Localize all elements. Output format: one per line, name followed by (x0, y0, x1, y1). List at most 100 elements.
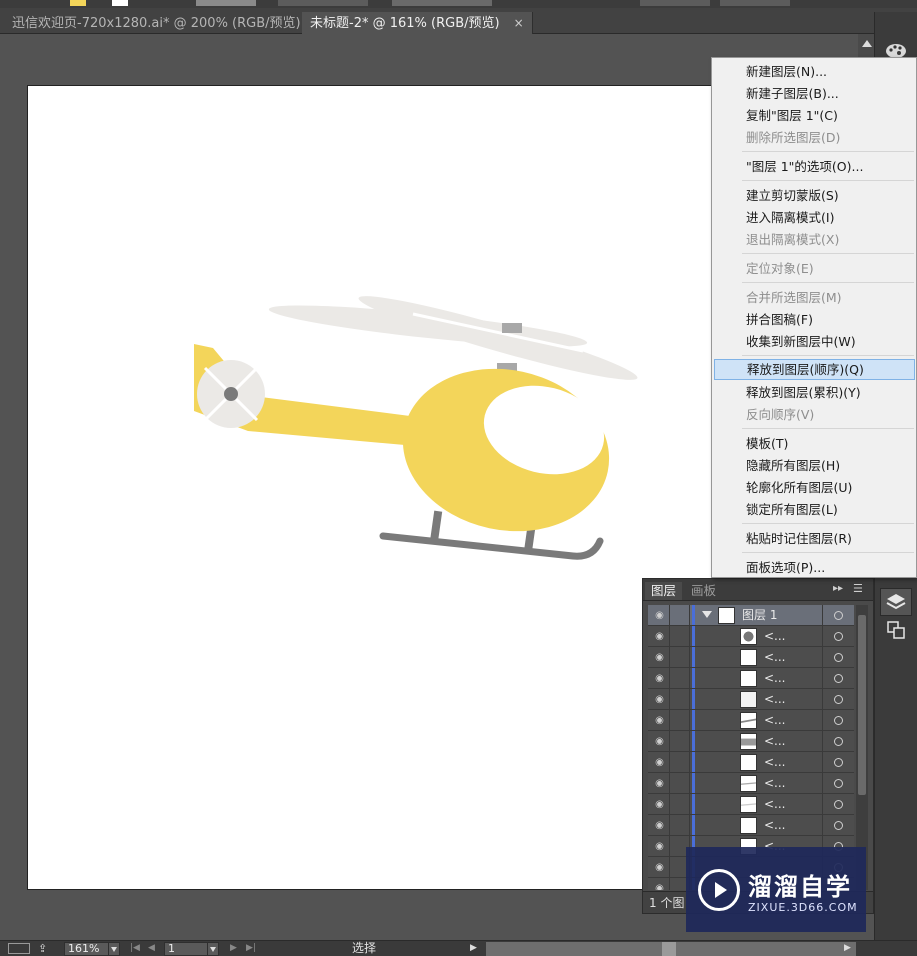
target-circle-icon[interactable] (822, 626, 854, 646)
lock-toggle[interactable] (670, 626, 690, 646)
visibility-eye-icon[interactable]: ◉ (650, 626, 670, 646)
lock-toggle[interactable] (670, 731, 690, 751)
sublayer-row[interactable]: ◉ <... (648, 647, 854, 668)
sublayer-row[interactable]: ◉ <... (648, 773, 854, 794)
lock-toggle[interactable] (670, 710, 690, 730)
menu-item-collect-new-layer[interactable]: 收集到新图层中(W) (714, 331, 915, 352)
visibility-eye-icon[interactable]: ◉ (650, 815, 670, 835)
layers-scroll-thumb[interactable] (858, 615, 866, 795)
sublayer-row[interactable]: ◉ <... (648, 794, 854, 815)
visibility-eye-icon[interactable]: ◉ (650, 773, 670, 793)
menu-item-locate-object[interactable]: 定位对象(E) (714, 258, 915, 279)
lock-toggle[interactable] (670, 689, 690, 709)
sublayer-name[interactable]: <... (764, 668, 786, 688)
panel-collapse-icon[interactable]: ▸▸ (833, 583, 843, 594)
sublayer-name[interactable]: <... (764, 773, 786, 793)
menu-item-flatten-artwork[interactable]: 拼合图稿(F) (714, 309, 915, 330)
visibility-eye-icon[interactable]: ◉ (650, 752, 670, 772)
sublayer-row[interactable]: ◉ <... (648, 752, 854, 773)
target-circle-icon[interactable] (822, 647, 854, 667)
layer-name[interactable]: 图层 1 (742, 605, 777, 625)
rotor-hub[interactable] (502, 323, 522, 333)
lock-toggle[interactable] (670, 773, 690, 793)
sublayer-row[interactable]: ◉ <... (648, 731, 854, 752)
helicopter-illustration[interactable] (28, 86, 718, 891)
menu-item-lock-all-layers[interactable]: 锁定所有图层(L) (714, 499, 915, 520)
menu-item-merge-selected[interactable]: 合并所选图层(M) (714, 287, 915, 308)
artboard-number-field[interactable]: 1 (164, 942, 208, 956)
menu-item-reverse-order[interactable]: 反向顺序(V) (714, 404, 915, 425)
horizontal-scroll-thumb[interactable] (662, 942, 676, 956)
target-circle-icon[interactable] (822, 710, 854, 730)
menu-item-hide-all-layers[interactable]: 隐藏所有图层(H) (714, 455, 915, 476)
tab-layers[interactable]: 图层 (645, 582, 683, 600)
menu-item-enter-isolation[interactable]: 进入隔离模式(I) (714, 207, 915, 228)
sublayer-name[interactable]: <... (764, 731, 786, 751)
target-circle-icon[interactable] (822, 752, 854, 772)
visibility-eye-icon[interactable]: ◉ (650, 731, 670, 751)
menu-item-exit-isolation[interactable]: 退出隔离模式(X) (714, 229, 915, 250)
sublayer-row[interactable]: ◉ <... (648, 710, 854, 731)
visibility-eye-icon[interactable]: ◉ (650, 878, 670, 890)
visibility-eye-icon[interactable]: ◉ (650, 668, 670, 688)
menu-item-delete-selection[interactable]: 删除所选图层(D) (714, 127, 915, 148)
visibility-eye-icon[interactable]: ◉ (650, 647, 670, 667)
sublayer-name[interactable]: <... (764, 626, 786, 646)
sublayer-name[interactable]: <... (764, 815, 786, 835)
zoom-dropdown-icon[interactable] (108, 942, 120, 956)
menu-item-new-sublayer[interactable]: 新建子图层(B)... (714, 83, 915, 104)
lock-toggle[interactable] (670, 815, 690, 835)
stroke-weight-field[interactable] (196, 0, 256, 6)
visibility-eye-icon[interactable]: ◉ (650, 794, 670, 814)
last-artboard-icon[interactable]: ▶| (246, 943, 256, 953)
menu-item-duplicate-layer[interactable]: 复制"图层 1"(C) (714, 105, 915, 126)
visibility-eye-icon[interactable]: ◉ (650, 710, 670, 730)
lock-toggle[interactable] (670, 668, 690, 688)
lock-toggle[interactable] (670, 647, 690, 667)
artboard-dropdown-icon[interactable] (207, 942, 219, 956)
panel-menu-icon[interactable]: ☰ (853, 582, 863, 595)
lock-toggle[interactable] (670, 794, 690, 814)
target-circle-icon[interactable] (822, 605, 854, 625)
tab-document-2[interactable]: 未标题-2* @ 161% (RGB/预览) × (302, 12, 533, 34)
target-circle-icon[interactable] (822, 773, 854, 793)
tab-document-1[interactable]: 迅信欢迎页-720x1280.ai* @ 200% (RGB/预览)× (4, 12, 334, 34)
target-circle-icon[interactable] (822, 668, 854, 688)
sublayer-name[interactable]: <... (764, 647, 786, 667)
visibility-eye-icon[interactable]: ◉ (650, 836, 670, 856)
artboards-panel-icon[interactable] (880, 616, 912, 644)
horizontal-scrollbar[interactable] (486, 942, 856, 956)
tab-artboards[interactable]: 画板 (685, 582, 722, 600)
visibility-eye-icon[interactable]: ◉ (650, 605, 670, 625)
layer-row-parent[interactable]: ◉ 图层 1 (648, 605, 854, 626)
sublayer-row[interactable]: ◉ <... (648, 668, 854, 689)
zoom-field[interactable]: 161% (64, 942, 110, 956)
scroll-up-icon[interactable] (862, 40, 872, 47)
sublayer-name[interactable]: <... (764, 794, 786, 814)
sublayer-name[interactable]: <... (764, 752, 786, 772)
variable-width-field[interactable] (278, 0, 368, 6)
brush-field[interactable] (392, 0, 492, 6)
sublayer-row[interactable]: ◉ <... (648, 626, 854, 647)
close-icon[interactable]: × (514, 16, 524, 30)
prev-artboard-icon[interactable]: ◀ (148, 943, 155, 953)
style-field[interactable] (720, 0, 790, 6)
visibility-eye-icon[interactable]: ◉ (650, 857, 670, 877)
view-mode-icon[interactable] (8, 943, 30, 954)
visibility-eye-icon[interactable]: ◉ (650, 689, 670, 709)
menu-item-new-layer[interactable]: 新建图层(N)... (714, 61, 915, 82)
menu-item-make-clipping-mask[interactable]: 建立剪切蒙版(S) (714, 185, 915, 206)
status-menu-arrow-icon[interactable]: ▶ (470, 943, 477, 953)
menu-item-outline-all-layers[interactable]: 轮廓化所有图层(U) (714, 477, 915, 498)
artboard[interactable] (27, 85, 717, 890)
expand-triangle-icon[interactable] (702, 611, 712, 618)
sublayer-row[interactable]: ◉ <... (648, 689, 854, 710)
layers-panel-icon[interactable] (880, 588, 912, 616)
opacity-field[interactable] (640, 0, 710, 6)
first-artboard-icon[interactable]: |◀ (130, 943, 140, 953)
lock-toggle[interactable] (670, 605, 690, 625)
scroll-right-icon[interactable]: ▶ (844, 943, 851, 953)
tail-rotor-hub[interactable] (224, 387, 238, 401)
menu-item-release-sequence[interactable]: 释放到图层(顺序)(Q) (714, 359, 915, 380)
target-circle-icon[interactable] (822, 794, 854, 814)
